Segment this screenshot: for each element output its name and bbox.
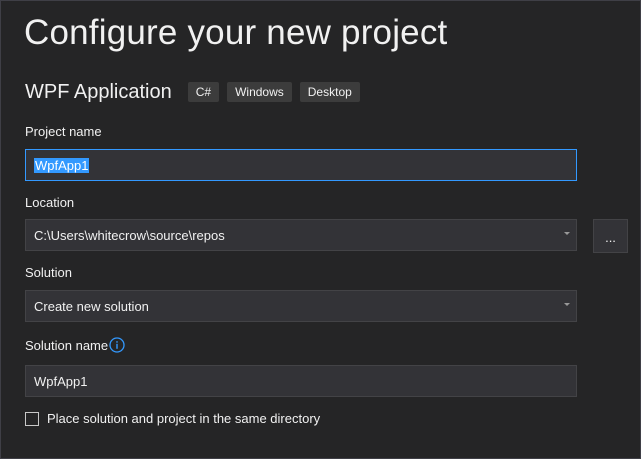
- project-name-selected-text: WpfApp1: [34, 157, 90, 173]
- location-combobox[interactable]: C:\Users\whitecrow\source\repos: [25, 219, 577, 251]
- same-directory-checkbox[interactable]: [25, 411, 39, 426]
- page-title: Configure your new project: [24, 13, 448, 52]
- browse-location-button[interactable]: ...: [593, 219, 628, 253]
- location-value: C:\Users\whitecrow\source\repos: [34, 227, 225, 243]
- solution-select[interactable]: Create new solution: [25, 290, 577, 322]
- solution-value: Create new solution: [34, 298, 149, 314]
- solution-name-input[interactable]: WpfApp1: [25, 365, 577, 397]
- tag-language: C#: [187, 82, 220, 102]
- project-name-label: Project name: [25, 124, 102, 139]
- template-summary: WPF Application C# Windows Desktop: [25, 79, 368, 105]
- same-directory-option[interactable]: Place solution and project in the same d…: [25, 411, 320, 426]
- solution-dropdown-icon[interactable]: [564, 303, 570, 306]
- project-name-input[interactable]: WpfApp1: [25, 149, 577, 181]
- configure-project-dialog: Configure your new project WPF Applicati…: [0, 0, 641, 459]
- tag-project-type: Desktop: [299, 82, 360, 102]
- same-directory-label[interactable]: Place solution and project in the same d…: [47, 411, 320, 426]
- tag-platform: Windows: [227, 82, 292, 102]
- solution-label: Solution: [25, 265, 72, 280]
- solution-name-label: Solution name: [25, 338, 109, 353]
- location-label: Location: [25, 195, 75, 210]
- solution-name-value: WpfApp1: [34, 373, 88, 389]
- template-name: WPF Application: [25, 80, 172, 103]
- project-name-value: WpfApp1: [26, 157, 90, 173]
- info-icon[interactable]: [109, 337, 125, 353]
- location-dropdown-icon[interactable]: [564, 232, 570, 235]
